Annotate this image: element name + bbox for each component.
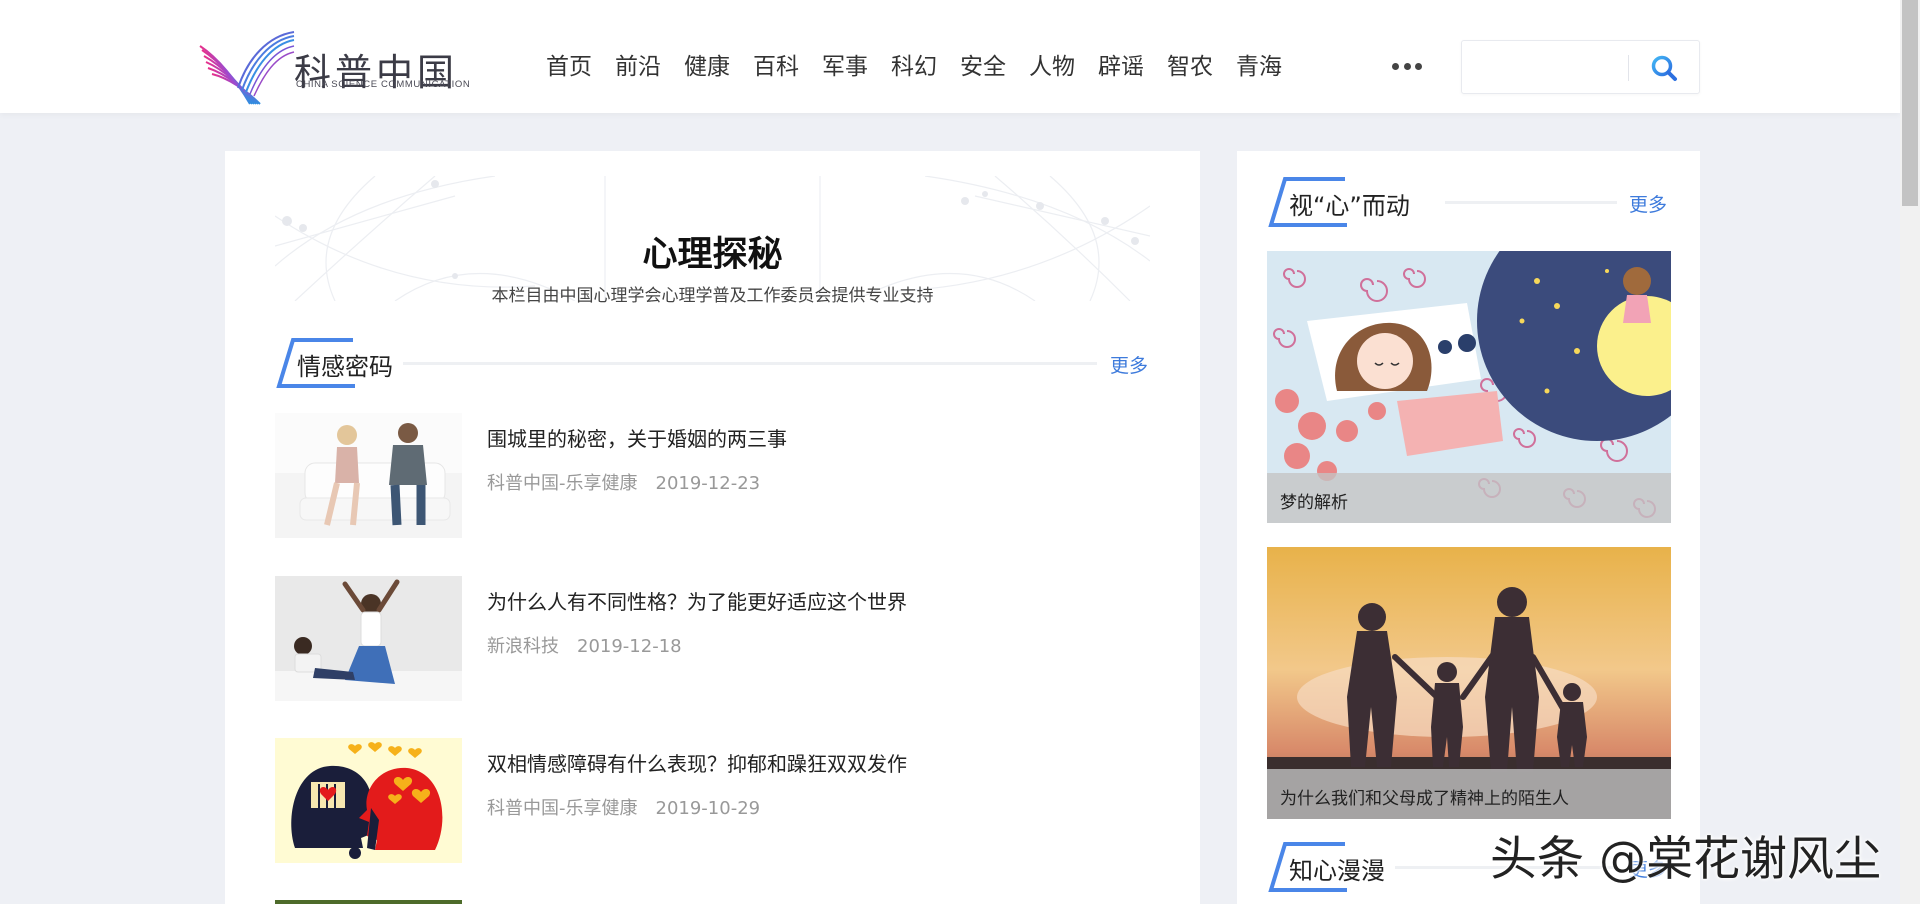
site-logo[interactable]: 科普中国 CHINA SCIENCE COMMUNICATION: [198, 28, 493, 106]
card-caption-bar: 为什么我们和父母成了精神上的陌生人: [1267, 769, 1671, 819]
section-more-link[interactable]: 更多: [1110, 351, 1148, 378]
page-scrollbar[interactable]: [1900, 0, 1920, 904]
more-dots-icon[interactable]: [1392, 56, 1422, 76]
nav-item-qinghai[interactable]: 青海: [1236, 50, 1282, 84]
video-card[interactable]: 梦的解析: [1267, 251, 1671, 523]
section-more-link[interactable]: 更多: [1629, 190, 1667, 217]
scrollbar-thumb[interactable]: [1902, 0, 1918, 206]
section-title: 知心漫漫: [1289, 857, 1385, 885]
site-header: 科普中国 CHINA SCIENCE COMMUNICATION 首页 前沿 健…: [0, 0, 1900, 113]
watermark-text: 头条 @棠花谢风尘: [1490, 832, 1881, 887]
article-thumbnail-partial: [275, 900, 462, 904]
search-button[interactable]: [1646, 51, 1682, 85]
article-date: 2019-12-18: [577, 636, 682, 657]
side-panel: 视“心”而动 更多 梦的解析 为什么我们和父母成了精神上的陌生人 知心漫漫 更多: [1237, 151, 1700, 904]
article-item[interactable]: 为什么人有不同性格？为了能更好适应这个世界 新浪科技 2019-12-18: [275, 576, 1155, 701]
search-box: [1461, 40, 1700, 94]
article-thumbnail[interactable]: [275, 738, 462, 863]
section-header-emotion: 情感密码 更多: [275, 337, 1150, 389]
article-meta: 科普中国-乐享健康 2019-10-29: [487, 794, 760, 820]
section-divider: [403, 362, 1097, 365]
section-header-video: 视“心”而动 更多: [1267, 176, 1671, 228]
nav-item-scifi[interactable]: 科幻: [891, 50, 937, 84]
card-caption[interactable]: 梦的解析: [1280, 488, 1348, 513]
nav-item-rumor[interactable]: 辟谣: [1098, 50, 1144, 84]
nav-item-frontier[interactable]: 前沿: [615, 50, 661, 84]
video-card[interactable]: 为什么我们和父母成了精神上的陌生人: [1267, 547, 1671, 819]
section-title: 视“心”而动: [1289, 192, 1410, 220]
article-thumbnail[interactable]: [275, 413, 462, 538]
nav-item-safety[interactable]: 安全: [960, 50, 1006, 84]
article-date: 2019-10-29: [655, 798, 761, 819]
article-title[interactable]: 围城里的秘密，关于婚姻的两三事: [487, 423, 787, 452]
nav-item-agriculture[interactable]: 智农: [1167, 50, 1213, 84]
search-input[interactable]: [1470, 49, 1630, 85]
article-source: 科普中国-乐享健康: [487, 798, 638, 819]
nav-item-home[interactable]: 首页: [546, 50, 592, 84]
nav-item-encyclopedia[interactable]: 百科: [753, 50, 799, 84]
column-title: 心理探秘: [642, 235, 783, 275]
search-icon: [1651, 55, 1677, 81]
logo-ribbon-icon: [199, 31, 295, 105]
card-caption-bar: 梦的解析: [1267, 473, 1671, 523]
column-subtitle: 本栏目由中国心理学会心理学普及工作委员会提供专业支持: [491, 286, 934, 306]
nav-item-people[interactable]: 人物: [1029, 50, 1075, 84]
article-title[interactable]: 双相情感障碍有什么表现？抑郁和躁狂双双发作: [487, 748, 907, 777]
nav-item-military[interactable]: 军事: [822, 50, 868, 84]
article-item[interactable]: 双相情感障碍有什么表现？抑郁和躁狂双双发作 科普中国-乐享健康 2019-10-2…: [275, 738, 1155, 863]
article-source: 科普中国-乐享健康: [487, 473, 638, 494]
main-panel: 心理探秘 本栏目由中国心理学会心理学普及工作委员会提供专业支持 情感密码 更多 …: [225, 151, 1200, 904]
logo-english-text: CHINA SCIENCE COMMUNICATION: [296, 79, 471, 90]
article-source: 新浪科技: [487, 636, 559, 657]
nav-item-health[interactable]: 健康: [684, 50, 730, 84]
section-divider: [1445, 201, 1617, 204]
search-divider: [1628, 55, 1629, 81]
article-meta: 新浪科技 2019-12-18: [487, 632, 682, 658]
card-caption[interactable]: 为什么我们和父母成了精神上的陌生人: [1280, 784, 1569, 809]
article-thumbnail[interactable]: [275, 576, 462, 701]
article-meta: 科普中国-乐享健康 2019-12-23: [487, 469, 760, 495]
section-title: 情感密码: [297, 353, 393, 381]
column-banner: 心理探秘 本栏目由中国心理学会心理学普及工作委员会提供专业支持: [275, 176, 1150, 306]
article-item[interactable]: 围城里的秘密，关于婚姻的两三事 科普中国-乐享健康 2019-12-23: [275, 413, 1155, 538]
article-date: 2019-12-23: [655, 473, 761, 494]
main-nav: 首页 前沿 健康 百科 军事 科幻 安全 人物 辟谣 智农 青海: [546, 50, 1305, 84]
article-title[interactable]: 为什么人有不同性格？为了能更好适应这个世界: [487, 586, 907, 615]
